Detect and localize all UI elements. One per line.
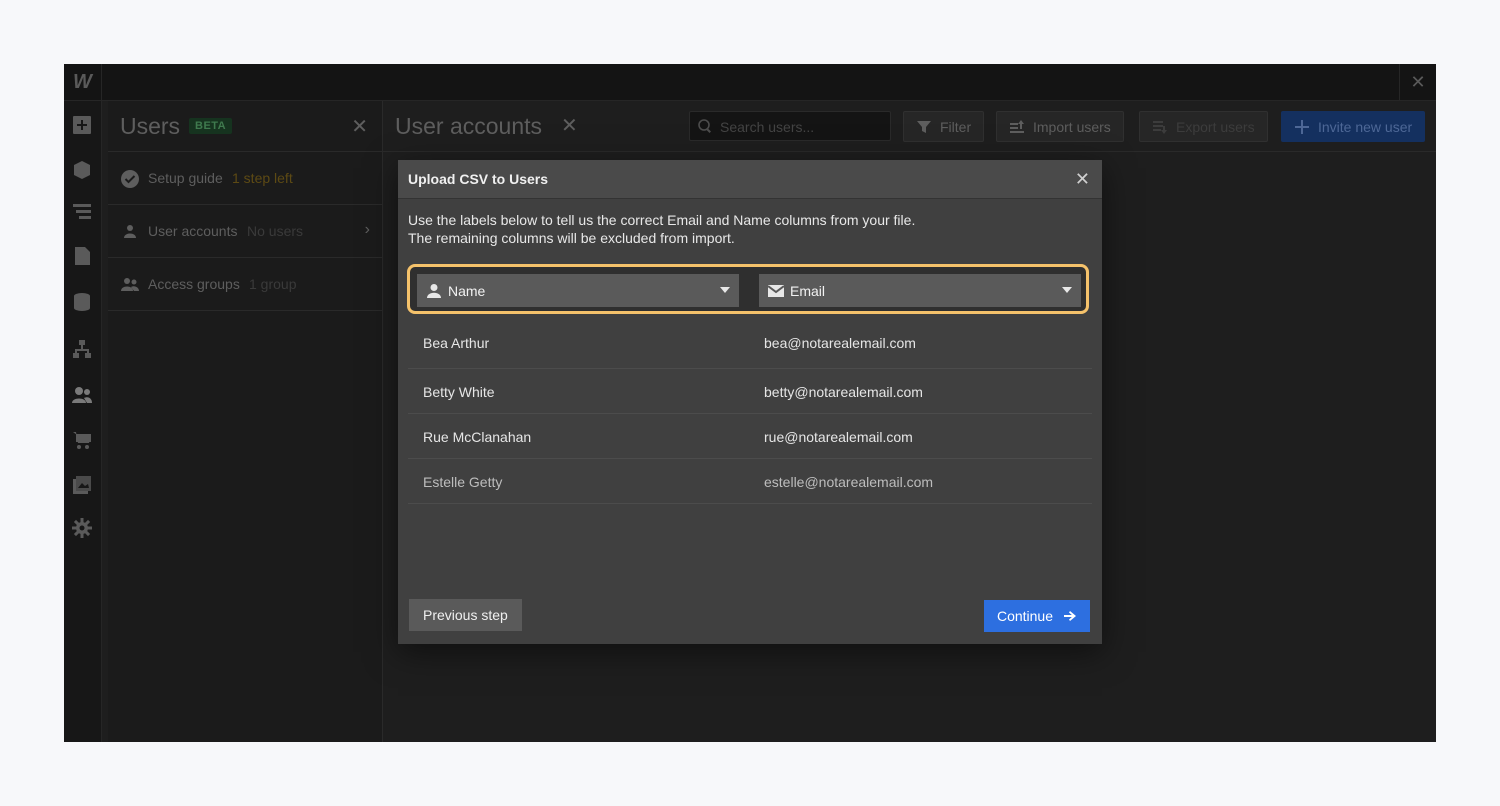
beta-badge: BETA (189, 118, 233, 134)
assets-icon[interactable] (72, 475, 92, 495)
main-close-icon[interactable]: ✕ (561, 113, 578, 138)
table-row: Rue McClanahan rue@notarealemail.com (408, 414, 1092, 459)
modal-description-line-1: Use the labels below to tell us the corr… (408, 212, 916, 228)
previous-step-button[interactable]: Previous step (409, 599, 522, 631)
plus-icon (1295, 119, 1309, 134)
name-cell: Bea Arthur (423, 335, 490, 351)
caret-down-icon (720, 287, 730, 293)
panel-item-sub: No users (247, 223, 304, 239)
panel-item-label: Setup guide (148, 170, 223, 186)
column-mapping-row: Name Email (407, 264, 1089, 314)
email-cell: betty@notarealemail.com (764, 384, 923, 400)
table-row: Bea Arthur bea@notarealemail.com (408, 320, 1092, 369)
ecommerce-icon[interactable] (72, 430, 92, 450)
left-rail (64, 101, 102, 742)
chevron-right-icon: › (364, 221, 370, 238)
panel-item-label: User accounts (148, 223, 238, 239)
panel-item-access-groups[interactable]: Access groups 1 group (108, 258, 382, 311)
top-bar: W ✕ (64, 64, 1436, 101)
export-label: Export users (1176, 118, 1255, 135)
modal-description-line-2: The remaining columns will be excluded f… (408, 230, 735, 246)
export-icon (1153, 120, 1167, 134)
group-icon (121, 276, 139, 294)
webflow-logo[interactable]: W (64, 64, 102, 100)
modal-description: Use the labels below to tell us the corr… (408, 211, 1088, 247)
search-input[interactable] (718, 117, 887, 137)
users-panel: Users BETA ✕ Setup guide 1 step left Use… (108, 101, 383, 742)
continue-button[interactable]: Continue (983, 600, 1090, 632)
search-icon (698, 119, 712, 133)
panel-item-setup-guide[interactable]: Setup guide 1 step left (108, 152, 382, 205)
preview-table: Bea Arthur bea@notarealemail.com Betty W… (408, 320, 1092, 504)
name-cell: Estelle Getty (423, 474, 503, 490)
check-circle-icon (121, 170, 139, 188)
email-column-select[interactable]: Email (759, 274, 1081, 307)
filter-icon (917, 120, 931, 133)
database-icon[interactable] (72, 292, 92, 312)
select-value: Email (790, 283, 826, 299)
modal-close-icon[interactable]: ✕ (1075, 169, 1090, 190)
export-users-button[interactable]: Export users (1139, 111, 1268, 142)
pages-icon[interactable] (72, 246, 92, 266)
users-icon[interactable] (72, 385, 92, 405)
arrow-right-icon (1064, 611, 1076, 621)
import-label: Import users (1033, 118, 1111, 135)
modal-title: Upload CSV to Users (408, 171, 549, 187)
user-icon (426, 283, 442, 299)
panel-item-sub: 1 group (249, 276, 297, 292)
invite-label: Invite new user (1318, 118, 1413, 135)
table-row: Estelle Getty estelle@notarealemail.com (408, 459, 1092, 504)
modal-header: Upload CSV to Users ✕ (398, 160, 1102, 199)
upload-csv-modal: Upload CSV to Users ✕ Use the labels bel… (398, 160, 1102, 644)
search-box[interactable] (689, 111, 891, 141)
caret-down-icon (1062, 287, 1072, 293)
panel-item-sub: 1 step left (232, 170, 293, 186)
table-row: Betty White betty@notarealemail.com (408, 369, 1092, 414)
name-cell: Rue McClanahan (423, 429, 532, 445)
page-title: User accounts (395, 113, 543, 139)
envelope-icon (767, 283, 785, 299)
email-cell: estelle@notarealemail.com (764, 474, 934, 490)
import-icon (1010, 119, 1024, 133)
panel-header: Users BETA ✕ (108, 101, 382, 152)
main-header: User accounts ✕ Filter Import users Expo… (383, 101, 1436, 152)
filter-button[interactable]: Filter (903, 111, 985, 142)
panel-item-label: Access groups (148, 276, 240, 292)
logic-icon[interactable] (72, 339, 92, 359)
import-users-button[interactable]: Import users (996, 111, 1124, 142)
continue-label: Continue (996, 608, 1053, 624)
user-icon (121, 223, 139, 241)
filter-label: Filter (940, 118, 972, 135)
panel-item-user-accounts[interactable]: User accounts No users › (108, 205, 382, 258)
navigator-icon[interactable] (72, 202, 92, 222)
email-cell: bea@notarealemail.com (764, 335, 916, 351)
name-cell: Betty White (423, 384, 495, 400)
select-value: Name (448, 283, 486, 299)
cube-icon[interactable] (72, 160, 92, 180)
settings-icon[interactable] (72, 518, 92, 538)
panel-title: Users (120, 113, 181, 139)
invite-new-user-button[interactable]: Invite new user (1281, 111, 1426, 142)
close-icon[interactable]: ✕ (1399, 64, 1436, 100)
add-icon[interactable] (72, 115, 92, 135)
panel-close-icon[interactable]: ✕ (351, 114, 368, 139)
name-column-select[interactable]: Name (417, 274, 739, 307)
email-cell: rue@notarealemail.com (764, 429, 913, 445)
